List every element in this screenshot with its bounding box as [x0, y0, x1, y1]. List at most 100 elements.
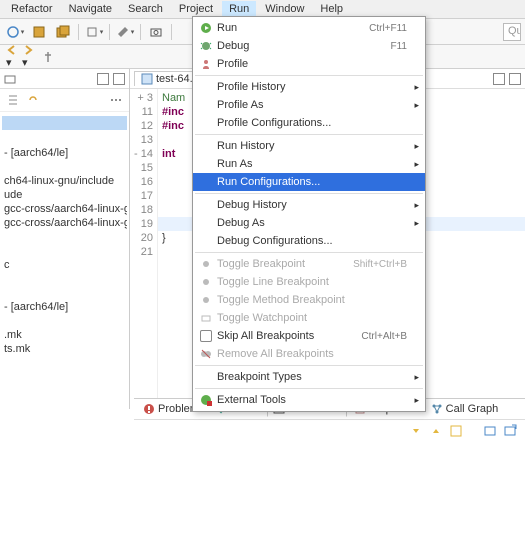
menu-item-accel: Ctrl+Alt+B: [361, 331, 407, 342]
menu-item-external-tools[interactable]: External Tools▸: [193, 391, 425, 409]
menu-item-accel: Ctrl+F11: [369, 23, 407, 34]
menu-navigate[interactable]: Navigate: [62, 1, 119, 17]
new-button[interactable]: ▾: [4, 22, 26, 42]
dot-icon: [197, 294, 215, 306]
project-explorer: - [aarch64/le] ch64-linux-gnu/includeude…: [0, 69, 130, 409]
pin-button[interactable]: [42, 51, 54, 63]
menu-item-label: Toggle Method Breakpoint: [215, 294, 407, 306]
menu-item-label: Profile As: [215, 99, 407, 111]
skip-bp-icon: [197, 330, 215, 342]
tree-item[interactable]: [2, 272, 127, 286]
submenu-arrow-icon: ▸: [414, 100, 419, 111]
menu-item-run-history[interactable]: Run History▸: [193, 137, 425, 155]
tree-item[interactable]: gcc-cross/aarch64-linux-gnu: [2, 216, 127, 230]
open-console-icon[interactable]: [503, 424, 517, 438]
quick-access-input[interactable]: Qui: [503, 23, 521, 41]
display-console-icon[interactable]: [483, 424, 497, 438]
explorer-tab-icon[interactable]: [4, 73, 16, 85]
menu-item-label: Toggle Line Breakpoint: [215, 276, 407, 288]
menu-item-breakpoint-types[interactable]: Breakpoint Types ▸: [193, 368, 425, 386]
minimize-icon[interactable]: [97, 73, 109, 85]
tree-item[interactable]: - [aarch64/le]: [2, 146, 127, 160]
editor-maximize-icon[interactable]: [509, 73, 521, 85]
tree-item[interactable]: [2, 132, 127, 146]
menu-item-run-as[interactable]: Run As ▸: [193, 155, 425, 173]
pin-console-icon[interactable]: [449, 424, 463, 438]
ext-tools-icon: [197, 394, 215, 406]
menu-item-label: Breakpoint Types: [215, 371, 407, 383]
tree-item[interactable]: ude: [2, 188, 127, 202]
explorer-tree[interactable]: - [aarch64/le] ch64-linux-gnu/includeude…: [0, 112, 129, 360]
tree-item[interactable]: gcc-cross/aarch64-linux-gnu: [2, 202, 127, 216]
camera-button[interactable]: [145, 22, 167, 42]
tree-item[interactable]: [2, 314, 127, 328]
save-button[interactable]: [28, 22, 50, 42]
menu-item-profile-configurations-[interactable]: Profile Configurations...: [193, 114, 425, 132]
menu-item-label: Debug Configurations...: [215, 235, 407, 247]
submenu-arrow-icon: ▸: [414, 200, 419, 211]
tree-item[interactable]: .mk: [2, 328, 127, 342]
link-editor-icon[interactable]: [26, 93, 40, 107]
menu-item-run-configurations-[interactable]: Run Configurations...: [193, 173, 425, 191]
run-menu-dropdown: RunCtrl+F11DebugF11Profile Profile Histor…: [192, 16, 426, 412]
hammer-button[interactable]: ▾: [114, 22, 136, 42]
watch-icon: [197, 312, 215, 324]
problems-icon: [143, 403, 155, 415]
menu-item-profile-as[interactable]: Profile As ▸: [193, 96, 425, 114]
back-button[interactable]: ▾: [6, 44, 18, 69]
menu-item-debug[interactable]: DebugF11: [193, 37, 425, 55]
submenu-arrow-icon: ▸: [414, 218, 419, 229]
menu-window[interactable]: Window: [258, 1, 311, 17]
tree-item[interactable]: ch64-linux-gnu/include: [2, 174, 127, 188]
view-menu-icon[interactable]: [109, 93, 123, 107]
menu-item-run[interactable]: RunCtrl+F11: [193, 19, 425, 37]
menu-search[interactable]: Search: [121, 1, 170, 17]
menu-item-toggle-line-breakpoint: Toggle Line Breakpoint: [193, 273, 425, 291]
build-button[interactable]: ▾: [83, 22, 105, 42]
collapse-all-icon[interactable]: [6, 93, 20, 107]
view-tab-call-graph[interactable]: Call Graph: [426, 402, 504, 416]
c-file-icon: [141, 73, 153, 85]
dot-icon: [197, 276, 215, 288]
maximize-icon[interactable]: [113, 73, 125, 85]
menu-item-label: Run As: [215, 158, 407, 170]
menu-item-skip-all-breakpoints[interactable]: Skip All BreakpointsCtrl+Alt+B: [193, 327, 425, 345]
menu-item-toggle-breakpoint: Toggle BreakpointShift+Ctrl+B: [193, 255, 425, 273]
tree-item[interactable]: [2, 116, 127, 130]
menu-item-profile[interactable]: Profile: [193, 55, 425, 73]
scroll-up-icon[interactable]: [429, 424, 443, 438]
submenu-arrow-icon: ▸: [414, 141, 419, 152]
menu-item-label: Toggle Watchpoint: [215, 312, 407, 324]
menu-item-debug-as[interactable]: Debug As▸: [193, 214, 425, 232]
tree-item[interactable]: [2, 244, 127, 258]
submenu-arrow-icon: ▸: [414, 372, 419, 383]
tree-item[interactable]: [2, 230, 127, 244]
tree-item[interactable]: [2, 160, 127, 174]
menu-item-toggle-method-breakpoint: Toggle Method Breakpoint: [193, 291, 425, 309]
menu-project[interactable]: Project: [172, 1, 220, 17]
menu-item-label: External Tools: [215, 394, 407, 406]
menu-item-debug-configurations-[interactable]: Debug Configurations...: [193, 232, 425, 250]
forward-button[interactable]: ▾: [22, 44, 34, 69]
run-green-icon: [197, 22, 215, 34]
menu-item-accel: F11: [391, 41, 408, 52]
editor-minimize-icon[interactable]: [493, 73, 505, 85]
submenu-arrow-icon: ▸: [414, 159, 419, 170]
remove-bp-icon: [197, 348, 215, 360]
tree-item[interactable]: - [aarch64/le]: [2, 300, 127, 314]
save-all-button[interactable]: [52, 22, 74, 42]
scroll-down-icon[interactable]: [409, 424, 423, 438]
menu-item-debug-history[interactable]: Debug History▸: [193, 196, 425, 214]
menu-run[interactable]: Run: [222, 1, 256, 17]
menu-item-label: Profile History: [215, 81, 407, 93]
menu-item-label: Run Configurations...: [215, 176, 407, 188]
tree-item[interactable]: c: [2, 258, 127, 272]
view-tab-label: Call Graph: [446, 403, 499, 415]
console-toolbar: [134, 420, 525, 442]
tree-item[interactable]: ts.mk: [2, 342, 127, 356]
menu-help[interactable]: Help: [313, 1, 350, 17]
menu-item-label: Toggle Breakpoint: [215, 258, 353, 270]
menu-refactor[interactable]: Refactor: [4, 1, 60, 17]
tree-item[interactable]: [2, 286, 127, 300]
menu-item-profile-history[interactable]: Profile History▸: [193, 78, 425, 96]
